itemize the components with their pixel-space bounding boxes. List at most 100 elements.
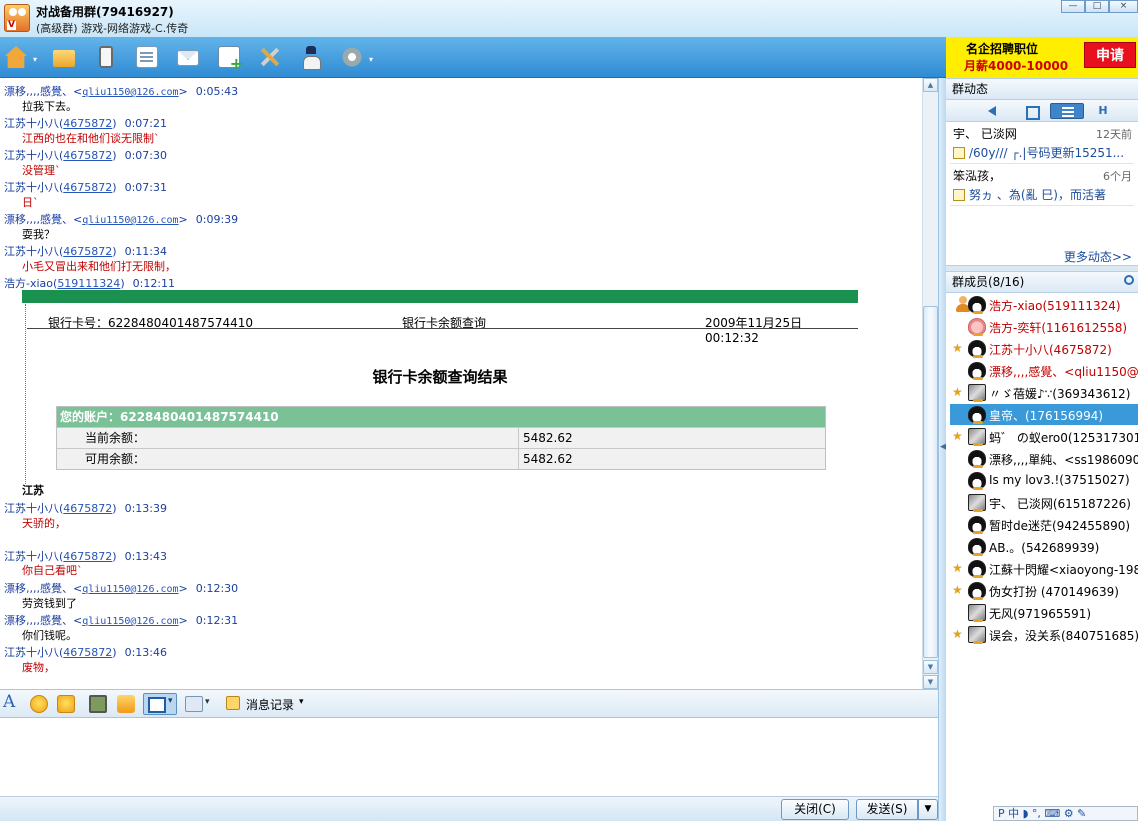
job-ad-banner[interactable]: 名企招聘职位 月薪4000-10000 申请: [946, 37, 1138, 78]
dynamic-content[interactable]: 努ヵ 、為(亂 巳)，而活著: [953, 186, 1133, 203]
close-chat-button[interactable]: 关闭(C): [781, 799, 849, 820]
member-item[interactable]: 浩方-xiao(519111324): [950, 294, 1138, 315]
avatar[interactable]: [968, 428, 986, 446]
avatar[interactable]: [968, 604, 986, 622]
message-input[interactable]: [0, 718, 938, 796]
mail-icon[interactable]: [174, 43, 202, 71]
send-button[interactable]: 发送(S): [856, 799, 918, 820]
penguin-avatar-icon[interactable]: [968, 406, 986, 424]
ad-apply-button[interactable]: 申请: [1084, 42, 1136, 68]
emoji-icon[interactable]: [30, 695, 48, 713]
sender-id-link[interactable]: qliu1150@126.com: [82, 616, 178, 627]
sender-name[interactable]: 江苏十小八: [4, 117, 59, 130]
member-item[interactable]: ★ 蚂゛ の蚁ero0(1253173015): [950, 426, 1138, 447]
member-item[interactable]: 浩方-奕轩(1161612558): [950, 316, 1138, 337]
scroll-up-icon[interactable]: ▲: [923, 78, 938, 92]
member-item[interactable]: 漂移,,,,單純、<ss19860909...: [950, 448, 1138, 469]
tools-icon[interactable]: [256, 43, 284, 71]
person-icon[interactable]: [297, 43, 325, 71]
avatar[interactable]: [968, 318, 986, 336]
sender-id-link[interactable]: 4675872: [63, 149, 112, 162]
member-item[interactable]: Is my lov3.!(37515027): [950, 470, 1138, 491]
sender-id-link[interactable]: 4675872: [63, 646, 112, 659]
more-dynamics-link[interactable]: 更多动态>>: [1064, 248, 1132, 265]
sender-name[interactable]: 漂移,,,,感覺、: [4, 213, 73, 226]
scroll-down-icon[interactable]: ▼: [923, 660, 938, 674]
shake-icon[interactable]: [57, 695, 75, 713]
music-icon[interactable]: [117, 695, 135, 713]
penguin-avatar-icon[interactable]: [968, 516, 986, 534]
h-tab-icon[interactable]: H: [1086, 103, 1120, 119]
penguin-avatar-icon[interactable]: [968, 560, 986, 578]
film-icon[interactable]: [92, 43, 120, 71]
member-item[interactable]: 无风(971965591): [950, 602, 1138, 623]
close-window-button[interactable]: ×: [1109, 0, 1138, 13]
member-item[interactable]: ★ 江蘇十閃耀<xiaoyong-1986...: [950, 558, 1138, 579]
more-tools-icon[interactable]: [185, 695, 215, 713]
member-item[interactable]: ★ 〃ゞ蓓媛♪∵(369343612): [950, 382, 1138, 403]
sender-name[interactable]: 江苏十小八: [4, 245, 59, 258]
member-item[interactable]: 漂移,,,,感覺、<qliu1150@12...: [950, 360, 1138, 381]
penguin-avatar-icon[interactable]: [968, 472, 986, 490]
member-item[interactable]: ★ 伪女打扮 (470149639): [950, 580, 1138, 601]
panel-splitter[interactable]: ◀: [938, 78, 947, 821]
sender-name[interactable]: 江苏十小八: [4, 502, 59, 515]
penguin-avatar-icon[interactable]: [968, 538, 986, 556]
folder-icon[interactable]: [50, 43, 78, 71]
send-picture-icon[interactable]: [89, 695, 107, 713]
sender-name[interactable]: 漂移,,,,感覺、: [4, 614, 73, 627]
message-history-button[interactable]: 消息记录 ▾: [226, 695, 316, 713]
penguin-avatar-icon[interactable]: [968, 450, 986, 468]
dynamic-user[interactable]: 宇、 已淡网: [953, 125, 1017, 142]
home-icon[interactable]: ▾: [2, 43, 37, 71]
sender-id-link[interactable]: 519111324: [57, 277, 120, 290]
sender-id-link[interactable]: 4675872: [63, 117, 112, 130]
chat-history[interactable]: 漂移,,,,感覺、<qliu1150@126.com> 0:05:43 拉我下去。江…: [0, 78, 922, 689]
penguin-avatar-icon[interactable]: [968, 296, 986, 314]
gear-icon[interactable]: ▾: [338, 43, 373, 71]
ime-toolbar[interactable]: P 中 ◗ °, ⌨ ⚙ ✎: [993, 806, 1138, 821]
send-options-button[interactable]: ▼: [918, 799, 938, 820]
sender-name[interactable]: 漂移,,,,感覺、: [4, 582, 73, 595]
sender-id-link[interactable]: 4675872: [63, 502, 112, 515]
penguin-avatar-icon[interactable]: [968, 340, 986, 358]
announcement-tab-icon[interactable]: [976, 103, 1010, 119]
member-item[interactable]: 暂时de迷茫(942455890): [950, 514, 1138, 535]
bracket: ): [112, 117, 117, 130]
penguin-avatar-icon[interactable]: [968, 582, 986, 600]
sender-id-link[interactable]: 4675872: [63, 245, 112, 258]
sender-name[interactable]: 江苏十小八: [4, 646, 59, 659]
member-item[interactable]: AB.。(542689939): [950, 536, 1138, 557]
penguin-avatar-icon[interactable]: [968, 362, 986, 380]
list-tab-icon[interactable]: [1050, 103, 1084, 119]
scroll-thumb[interactable]: [923, 306, 938, 658]
dynamic-content[interactable]: /60y/// ┌.|号码更新15251...: [953, 144, 1133, 161]
sender-name[interactable]: 江苏十小八: [4, 181, 59, 194]
avatar[interactable]: [968, 494, 986, 512]
board-tab-icon[interactable]: [1014, 103, 1048, 120]
member-item[interactable]: 宇、 已淡网(615187226): [950, 492, 1138, 513]
font-icon[interactable]: A: [3, 692, 15, 712]
avatar[interactable]: [968, 384, 986, 402]
chat-scrollbar[interactable]: ▲ ▼ ▼: [922, 78, 938, 689]
sender-name[interactable]: 漂移,,,,感覺、: [4, 85, 73, 98]
sender-id-link[interactable]: 4675872: [63, 181, 112, 194]
sender-name[interactable]: 浩方-xiao: [4, 277, 53, 290]
sender-name[interactable]: 江苏十小八: [4, 149, 59, 162]
sender-id-link[interactable]: qliu1150@126.com: [82, 87, 178, 98]
search-icon[interactable]: [1124, 275, 1134, 285]
add-member-icon[interactable]: [215, 43, 243, 73]
screenshot-icon[interactable]: [143, 693, 177, 715]
sender-id-link[interactable]: qliu1150@126.com: [82, 584, 178, 595]
group-avatar-icon[interactable]: V: [4, 4, 30, 32]
member-item[interactable]: 皇帝、(176156994): [950, 404, 1138, 425]
member-item[interactable]: ★ 江苏十小八(4675872): [950, 338, 1138, 359]
avatar[interactable]: [968, 626, 986, 644]
maximize-button[interactable]: □: [1085, 0, 1109, 13]
document-icon[interactable]: [133, 43, 161, 71]
minimize-button[interactable]: —: [1061, 0, 1085, 13]
scroll-bottom-icon[interactable]: ▼: [923, 675, 938, 689]
dynamic-user[interactable]: 笨泓孩，: [953, 167, 1001, 184]
sender-id-link[interactable]: qliu1150@126.com: [82, 215, 178, 226]
member-item[interactable]: ★ 误会，没关系(840751685): [950, 624, 1138, 645]
